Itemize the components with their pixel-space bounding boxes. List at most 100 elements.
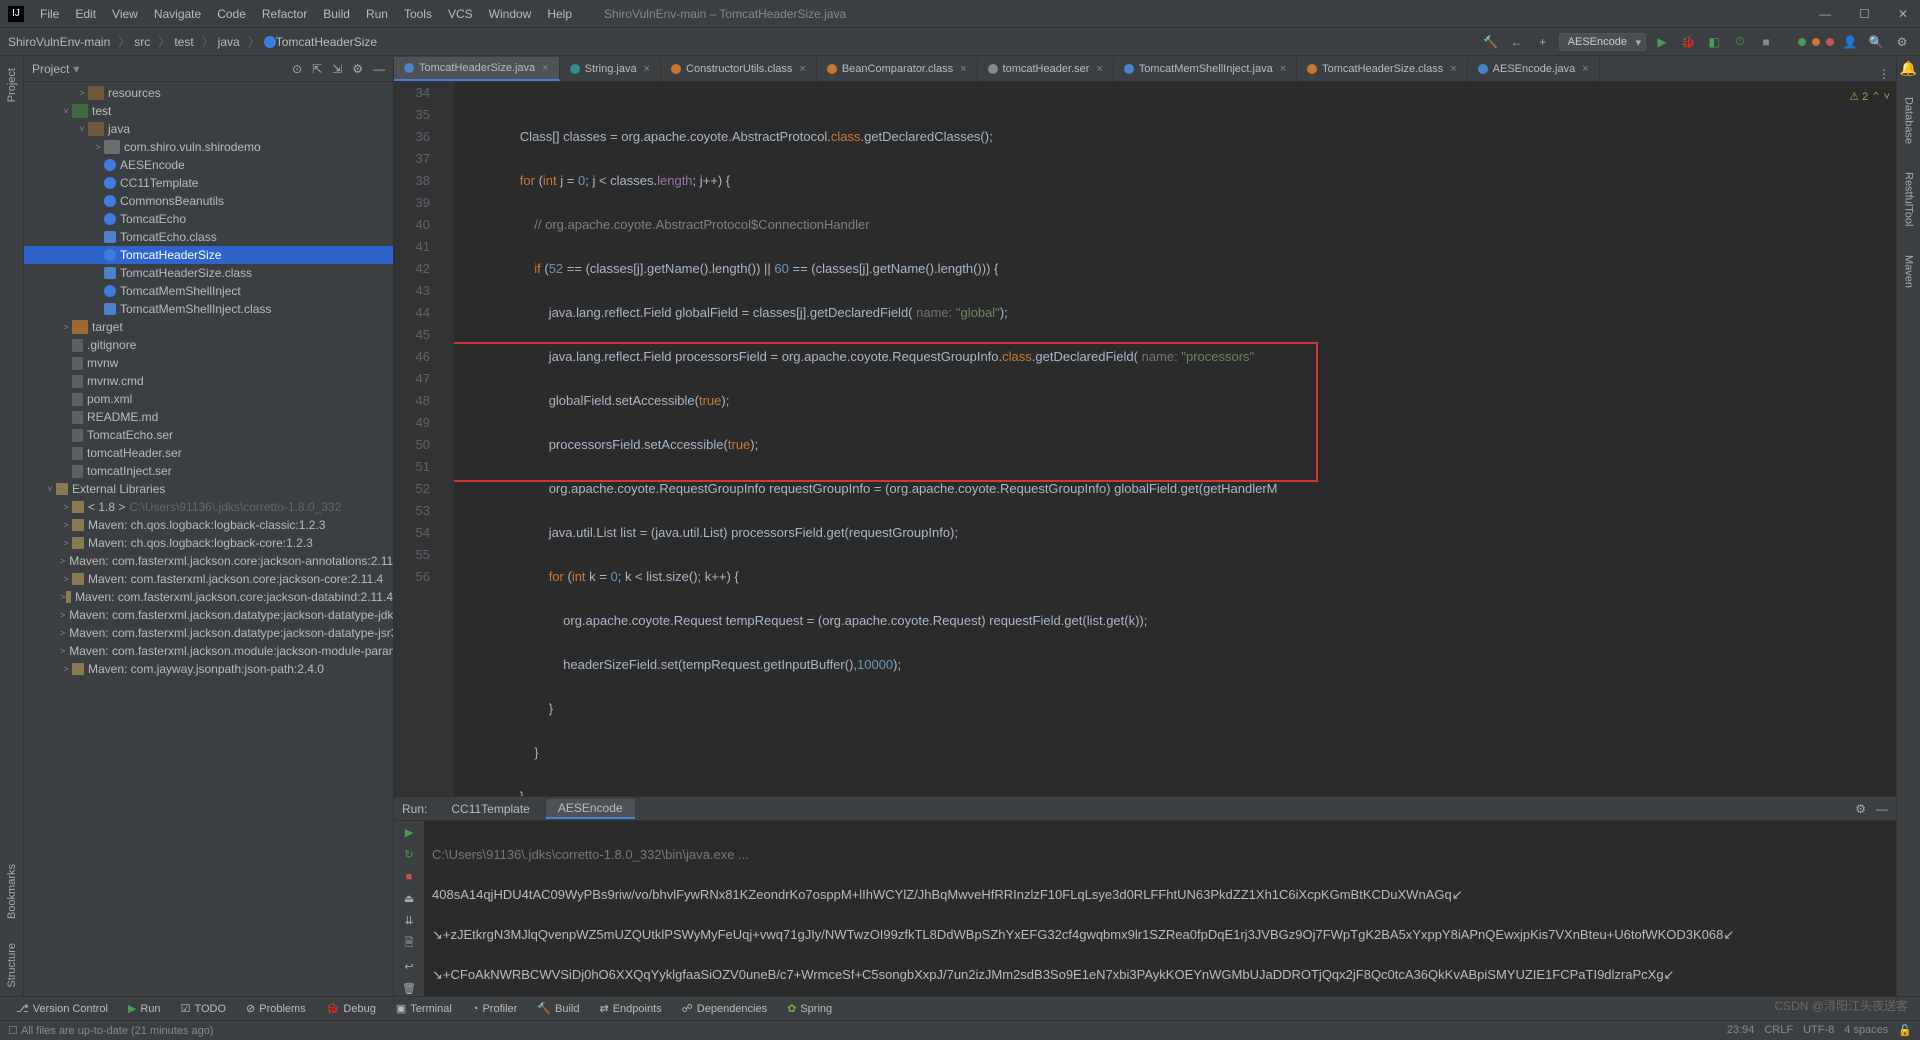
editor-tab[interactable]: TomcatMemShellInject.java×	[1114, 57, 1297, 81]
build-icon[interactable]: 🔨	[1481, 32, 1501, 52]
notifications-icon[interactable]: 🔔	[1900, 60, 1917, 77]
bt-problems[interactable]: ⊘Problems	[238, 1000, 314, 1017]
code-editor[interactable]: 3435363738394041424344454647484950515253…	[394, 82, 1896, 796]
tree-item[interactable]: mvnw.cmd	[24, 372, 393, 390]
crumb-java[interactable]: java	[218, 35, 240, 49]
crumb-project[interactable]: ShiroVulnEnv-main	[8, 35, 110, 49]
back-icon[interactable]: ←	[1507, 32, 1527, 52]
tree-item[interactable]: >Maven: com.jayway.jsonpath:json-path:2.…	[24, 660, 393, 678]
menu-refactor[interactable]: Refactor	[254, 3, 315, 25]
crumb-src[interactable]: src	[134, 35, 150, 49]
bt-spring[interactable]: ✿Spring	[779, 1000, 840, 1017]
tree-item[interactable]: ˅java	[24, 120, 393, 138]
avatar-icon[interactable]: 👤	[1840, 32, 1860, 52]
exit-icon[interactable]: ⏏	[400, 891, 418, 907]
bt-todo[interactable]: ☑TODO	[173, 1000, 234, 1017]
sidebar-restfultool[interactable]: RestfulTool	[1903, 164, 1915, 234]
sidebar-bookmarks[interactable]: Bookmarks	[6, 856, 18, 927]
caret-position[interactable]: 23:94	[1727, 1024, 1755, 1037]
tree-item[interactable]: TomcatEcho.ser	[24, 426, 393, 444]
tree-item[interactable]: pom.xml	[24, 390, 393, 408]
tree-item[interactable]: TomcatHeaderSize.class	[24, 264, 393, 282]
tree-item[interactable]: TomcatEcho	[24, 210, 393, 228]
clear-icon[interactable]: 🗑	[400, 980, 418, 996]
minimize-icon[interactable]: —	[1815, 7, 1835, 21]
run-icon[interactable]: ▶	[1652, 32, 1672, 52]
tree-item[interactable]: README.md	[24, 408, 393, 426]
bt-endpoints[interactable]: ⇄Endpoints	[591, 1000, 669, 1017]
line-separator[interactable]: CRLF	[1764, 1024, 1793, 1037]
tree-item[interactable]: TomcatEcho.class	[24, 228, 393, 246]
run-tab-aesencode[interactable]: AESEncode	[546, 799, 635, 819]
wrap-icon[interactable]: ↩	[400, 958, 418, 974]
bt-dependencies[interactable]: ☍Dependencies	[674, 1000, 775, 1017]
coverage-icon[interactable]: ◧	[1704, 32, 1724, 52]
bt-run[interactable]: ▶Run	[120, 1000, 169, 1017]
stop-icon[interactable]: ■	[1756, 32, 1776, 52]
tree-item[interactable]: >Maven: ch.qos.logback:logback-core:1.2.…	[24, 534, 393, 552]
close-tab-icon[interactable]: ×	[799, 63, 805, 75]
add-config-icon[interactable]: +	[1533, 32, 1553, 52]
crumb-class[interactable]: TomcatHeaderSize	[276, 35, 377, 49]
run-tab-cc11[interactable]: CC11Template	[439, 800, 541, 818]
editor-tab[interactable]: ConstructorUtils.class×	[661, 57, 817, 81]
collapse-all-icon[interactable]: ⇲	[332, 62, 342, 76]
menu-tools[interactable]: Tools	[396, 3, 440, 25]
gear-icon[interactable]: ⚙	[352, 62, 363, 76]
profile-icon[interactable]: ⏱	[1730, 32, 1750, 52]
menu-file[interactable]: File	[32, 3, 67, 25]
console-text[interactable]: C:\Users\91136\.jdks\corretto-1.8.0_332\…	[424, 821, 1896, 996]
expand-all-icon[interactable]: ⇱	[312, 62, 322, 76]
run-hide-icon[interactable]: —	[1876, 802, 1888, 816]
sidebar-database[interactable]: Database	[1903, 89, 1915, 152]
close-tab-icon[interactable]: ×	[644, 63, 650, 75]
tree-item[interactable]: >Maven: com.fasterxml.jackson.core:jacks…	[24, 570, 393, 588]
bt-build[interactable]: 🔨Build	[529, 1000, 587, 1017]
close-tab-icon[interactable]: ×	[1280, 63, 1286, 75]
tree-item[interactable]: TomcatMemShellInject	[24, 282, 393, 300]
tree-item[interactable]: >com.shiro.vuln.shirodemo	[24, 138, 393, 156]
editor-tab[interactable]: tomcatHeader.ser×	[978, 57, 1114, 81]
menu-navigate[interactable]: Navigate	[146, 3, 209, 25]
search-icon[interactable]: 🔍	[1866, 32, 1886, 52]
sidebar-structure[interactable]: Structure	[6, 935, 18, 996]
tree-item[interactable]: tomcatInject.ser	[24, 462, 393, 480]
editor-tab[interactable]: AESEncode.java×	[1468, 57, 1600, 81]
tree-item[interactable]: >target	[24, 318, 393, 336]
sidebar-maven[interactable]: Maven	[1903, 247, 1915, 296]
tree-item[interactable]: CC11Template	[24, 174, 393, 192]
menu-view[interactable]: View	[104, 3, 146, 25]
menu-code[interactable]: Code	[209, 3, 254, 25]
tree-item[interactable]: >Maven: com.fasterxml.jackson.datatype:j…	[24, 606, 393, 624]
bt-terminal[interactable]: ▣Terminal	[388, 1000, 460, 1017]
menu-help[interactable]: Help	[539, 3, 580, 25]
debug-icon[interactable]: 🐞	[1678, 32, 1698, 52]
tree-item[interactable]: tomcatHeader.ser	[24, 444, 393, 462]
settings-icon[interactable]: ⚙	[1892, 32, 1912, 52]
tree-item[interactable]: CommonsBeanutils	[24, 192, 393, 210]
bt-vcs[interactable]: ⎇Version Control	[8, 1000, 116, 1017]
tree-item[interactable]: .gitignore	[24, 336, 393, 354]
menu-run[interactable]: Run	[358, 3, 396, 25]
run-settings-icon[interactable]: ⚙	[1855, 802, 1866, 816]
tree-item[interactable]: TomcatMemShellInject.class	[24, 300, 393, 318]
bt-debug[interactable]: 🐞Debug	[318, 1000, 384, 1017]
maximize-icon[interactable]: ☐	[1855, 7, 1874, 21]
editor-tab[interactable]: String.java×	[560, 57, 661, 81]
code-body[interactable]: ⚠ 2 ⌃ ˅ Class[] classes = org.apache.coy…	[454, 82, 1896, 796]
editor-tab[interactable]: TomcatHeaderSize.class×	[1297, 57, 1468, 81]
tree-item[interactable]: >Maven: com.fasterxml.jackson.module:jac…	[24, 642, 393, 660]
rerun-icon[interactable]: ▶	[400, 825, 418, 841]
menu-build[interactable]: Build	[315, 3, 358, 25]
tabs-more-icon[interactable]: ⋮	[1872, 67, 1896, 81]
editor-tab[interactable]: BeanComparator.class×	[817, 57, 978, 81]
stop-run-icon[interactable]: ■	[400, 869, 418, 885]
scroll-icon[interactable]: ⇊	[400, 912, 418, 928]
close-tab-icon[interactable]: ×	[1450, 63, 1456, 75]
encoding[interactable]: UTF-8	[1803, 1024, 1834, 1037]
editor-tab[interactable]: TomcatHeaderSize.java×	[394, 57, 560, 81]
tree-item[interactable]: >resources	[24, 84, 393, 102]
sidebar-project[interactable]: Project	[6, 60, 18, 110]
inspection-widget[interactable]: ⚠ 2 ⌃ ˅	[1849, 86, 1890, 108]
fold-gutter[interactable]	[440, 82, 454, 796]
